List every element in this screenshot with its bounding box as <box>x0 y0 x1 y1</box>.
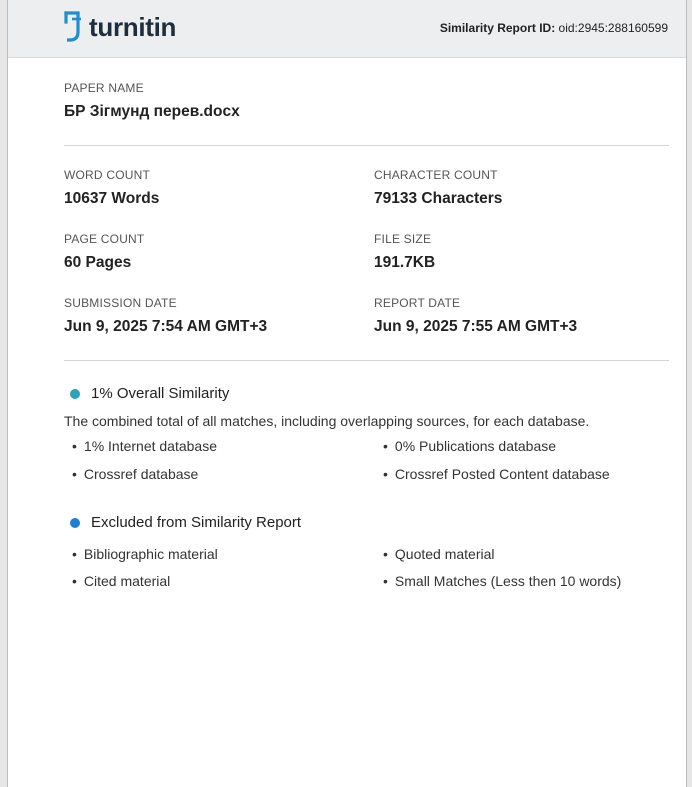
word-count-label: WORD COUNT <box>64 168 150 182</box>
submission-date-label: SUBMISSION DATE <box>64 296 177 310</box>
word-count-value: 10637 Words <box>64 190 160 207</box>
divider-top <box>64 145 669 146</box>
excluded-item: Cited material <box>72 573 170 589</box>
report-header: turnitin Similarity Report ID: oid:2945:… <box>8 0 686 58</box>
submission-date-block: SUBMISSION DATE Jun 9, 2025 7:54 AM GMT+… <box>64 296 267 336</box>
excluded-heading: Excluded from Similarity Report <box>70 514 301 531</box>
overall-similarity-title: 1% Overall Similarity <box>91 385 230 402</box>
page-count-label: PAGE COUNT <box>64 232 145 246</box>
overall-similarity-heading: 1% Overall Similarity <box>70 385 229 402</box>
excluded-title: Excluded from Similarity Report <box>91 514 302 531</box>
logo-wordmark: turnitin <box>89 11 177 42</box>
paper-name-block: PAPER NAME БР Зігмунд перев.docx <box>64 81 240 121</box>
turnitin-logo-icon <box>64 11 81 42</box>
report-date-value: Jun 9, 2025 7:55 AM GMT+3 <box>374 318 578 335</box>
excluded-dot-icon <box>70 517 80 528</box>
character-count-value: 79133 Characters <box>374 190 503 207</box>
report-page: turnitin Similarity Report ID: oid:2945:… <box>7 0 687 787</box>
similarity-item: 1% Internet database <box>72 438 217 454</box>
similarity-dot-icon <box>70 388 80 399</box>
similarity-item: 0% Publications database <box>383 438 556 454</box>
file-size-block: FILE SIZE 191.7KB <box>374 232 435 272</box>
divider-middle <box>64 360 669 361</box>
similarity-description: The combined total of all matches, inclu… <box>64 413 590 429</box>
report-date-block: REPORT DATE Jun 9, 2025 7:55 AM GMT+3 <box>374 296 577 336</box>
page-count-block: PAGE COUNT 60 Pages <box>64 232 144 272</box>
report-id: Similarity Report ID: oid:2945:288160599 <box>440 21 668 35</box>
report-id-value: oid:2945:288160599 <box>558 21 668 35</box>
turnitin-logo: turnitin <box>63 10 176 44</box>
character-count-label: CHARACTER COUNT <box>374 168 498 182</box>
excluded-item: Bibliographic material <box>72 546 218 562</box>
report-id-label: Similarity Report ID: <box>439 21 556 35</box>
character-count-block: CHARACTER COUNT 79133 Characters <box>374 168 502 208</box>
file-size-label: FILE SIZE <box>374 232 432 246</box>
similarity-item: Crossref Posted Content database <box>383 466 610 482</box>
page-count-value: 60 Pages <box>64 254 132 271</box>
paper-name-label: PAPER NAME <box>64 81 144 95</box>
paper-name-value: БР Зігмунд перев.docx <box>64 103 240 120</box>
word-count-block: WORD COUNT 10637 Words <box>64 168 159 208</box>
report-date-label: REPORT DATE <box>374 296 461 310</box>
excluded-item: Quoted material <box>383 546 495 562</box>
file-size-value: 191.7KB <box>374 254 436 271</box>
excluded-item: Small Matches (Less then 10 words) <box>383 573 621 589</box>
submission-date-value: Jun 9, 2025 7:54 AM GMT+3 <box>64 318 268 335</box>
similarity-item: Crossref database <box>72 466 198 482</box>
